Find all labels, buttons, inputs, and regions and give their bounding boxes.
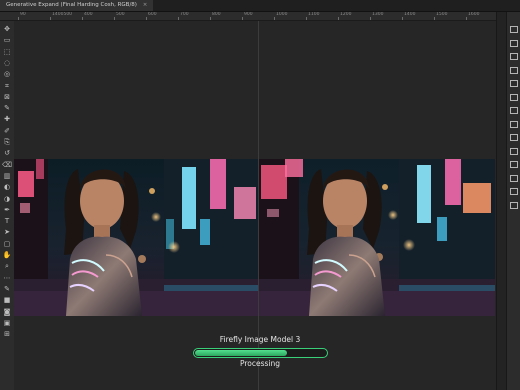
document-tab[interactable]: Generative Expand (Final Harding Cosh, R… <box>0 0 154 11</box>
ruler-tick <box>434 17 435 20</box>
edit-toolbar-icon[interactable]: ✎ <box>2 285 12 293</box>
swatches-icon[interactable] <box>510 140 518 155</box>
ruler-tick <box>178 17 179 20</box>
paragraph-icon[interactable] <box>510 167 518 182</box>
ruler-label: 600 <box>148 12 157 17</box>
channels-icon[interactable] <box>510 72 518 87</box>
ruler-label: 1200 <box>340 12 352 17</box>
ruler-label: 1500 <box>436 12 448 17</box>
ruler-tick <box>50 17 51 20</box>
move-tool-icon[interactable]: ✥ <box>2 25 12 33</box>
ruler-tick <box>306 17 307 20</box>
ruler-label: 500 <box>116 12 125 17</box>
paths-icon[interactable] <box>510 86 518 101</box>
brushes-icon[interactable] <box>510 126 518 141</box>
ruler-tick <box>338 17 339 20</box>
horizontal-ruler[interactable]: 90 1400500 400 500 600 700 800 900 1000 1100 1200 1… <box>14 12 496 21</box>
ruler-label: 400 <box>84 12 93 17</box>
document-tab-info: (Final Harding Cosh, RGB/8) <box>60 2 137 8</box>
marquee-tool-icon[interactable]: ⬚ <box>2 48 12 56</box>
original-image[interactable] <box>14 159 258 316</box>
ruler-tick <box>114 17 115 20</box>
document-tab-bar: Generative Expand (Final Harding Cosh, R… <box>0 0 520 12</box>
ruler-tick <box>210 17 211 20</box>
quick-mask-icon[interactable]: ◙ <box>2 308 12 316</box>
adjustments-icon[interactable] <box>510 45 518 60</box>
ruler-label: 1400500 <box>52 12 73 17</box>
ruler-tick <box>370 17 371 20</box>
brush-tool-icon[interactable]: ✐ <box>2 127 12 135</box>
color-swatches-icon[interactable]: ■ <box>2 296 12 304</box>
ruler-label: 800 <box>212 12 221 17</box>
close-icon[interactable]: × <box>143 2 148 8</box>
history-icon[interactable] <box>510 99 518 114</box>
ruler-label: 1600 <box>468 12 480 17</box>
ruler-tick <box>242 17 243 20</box>
frame-tool-icon[interactable]: ⊠ <box>2 93 12 101</box>
clone-stamp-tool-icon[interactable]: ⎘ <box>2 138 12 146</box>
ruler-label: 1300 <box>372 12 384 17</box>
ruler-label: 90 <box>20 12 26 17</box>
eraser-tool-icon[interactable]: ⌫ <box>2 161 12 169</box>
history-brush-tool-icon[interactable]: ↺ <box>2 149 12 157</box>
path-select-tool-icon[interactable]: ➤ <box>2 228 12 236</box>
zoom-tool-icon[interactable]: ⌕ <box>2 262 12 270</box>
status-label: Processing <box>239 359 281 368</box>
dodge-tool-icon[interactable]: ◑ <box>2 195 12 203</box>
document-tab-title: Generative Expand <box>6 2 59 8</box>
actions-icon[interactable] <box>510 113 518 128</box>
info-icon[interactable] <box>510 194 518 209</box>
panel-icon-dock <box>506 12 520 390</box>
properties-icon[interactable] <box>510 32 518 47</box>
ruler-label: 900 <box>244 12 253 17</box>
healing-brush-tool-icon[interactable]: ✚ <box>2 115 12 123</box>
ruler-tick <box>82 17 83 20</box>
ruler-label: 1000 <box>276 12 288 17</box>
ruler-label: 1400 <box>404 12 416 17</box>
expanded-image-preview[interactable] <box>259 159 495 316</box>
type-tool-icon[interactable]: T <box>2 217 12 225</box>
screen-mode-icon[interactable]: ▣ <box>2 319 12 327</box>
character-icon[interactable] <box>510 153 518 168</box>
lasso-tool-icon[interactable]: ◌ <box>2 59 12 67</box>
more-tools-icon[interactable]: ⋯ <box>2 274 12 282</box>
ruler-origin[interactable] <box>0 12 15 21</box>
ruler-label: 700 <box>180 12 189 17</box>
blur-tool-icon[interactable]: ◐ <box>2 183 12 191</box>
model-label: Firefly Image Model 3 <box>219 335 301 344</box>
pen-tool-icon[interactable]: ✒ <box>2 206 12 214</box>
object-select-tool-icon[interactable]: ◎ <box>2 70 12 78</box>
layers-icon[interactable] <box>510 18 518 33</box>
progress-fill <box>195 350 287 356</box>
ruler-tick <box>146 17 147 20</box>
eyedropper-tool-icon[interactable]: ✎ <box>2 104 12 112</box>
shape-tool-icon[interactable]: ▢ <box>2 240 12 248</box>
libraries-icon[interactable] <box>510 59 518 74</box>
ruler-tick <box>402 17 403 20</box>
ruler-tick <box>466 17 467 20</box>
generation-progress-bar <box>193 348 328 358</box>
ruler-tick <box>274 17 275 20</box>
ruler-label: 1100 <box>308 12 320 17</box>
ruler-tick <box>18 17 19 20</box>
glyphs-icon[interactable] <box>510 180 518 195</box>
artboard-tool-icon[interactable]: ▭ <box>2 36 12 44</box>
crop-tool-icon[interactable]: ⌗ <box>2 82 12 90</box>
gradient-tool-icon[interactable]: ▥ <box>2 172 12 180</box>
hand-tool-icon[interactable]: ✋ <box>2 251 12 259</box>
